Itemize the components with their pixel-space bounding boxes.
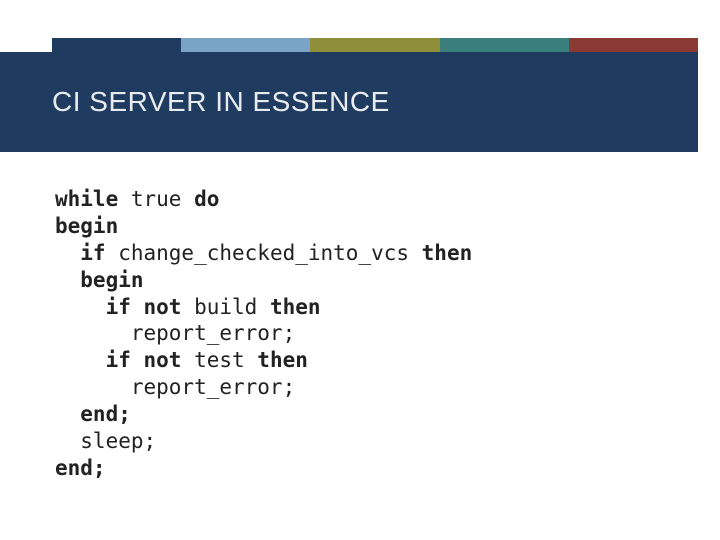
page-title: CI SERVER IN ESSENCE	[0, 86, 390, 118]
title-bar: CI SERVER IN ESSENCE	[0, 52, 698, 152]
kw-then: then	[257, 348, 308, 372]
accent-seg	[310, 38, 439, 52]
code-text: change_checked_into_vcs	[106, 241, 422, 265]
kw-if-not: if not	[55, 295, 181, 319]
kw-then: then	[422, 241, 473, 265]
accent-strip	[52, 38, 698, 52]
code-text: sleep;	[55, 429, 156, 453]
code-text: report_error;	[55, 375, 295, 399]
code-block: while true do begin if change_checked_in…	[55, 186, 680, 482]
kw-then: then	[270, 295, 321, 319]
accent-seg	[181, 38, 310, 52]
kw-begin: begin	[55, 268, 144, 292]
code-text: build	[181, 295, 270, 319]
accent-seg	[440, 38, 569, 52]
slide: CI SERVER IN ESSENCE while true do begin…	[0, 0, 720, 540]
kw-end: end;	[55, 402, 131, 426]
kw-if: if	[55, 241, 106, 265]
code-text: report_error;	[55, 321, 295, 345]
code-text: true	[118, 187, 194, 211]
kw-end: end;	[55, 456, 106, 480]
accent-seg	[52, 38, 181, 52]
kw-begin: begin	[55, 214, 118, 238]
accent-seg	[569, 38, 698, 52]
code-text: test	[181, 348, 257, 372]
kw-while: while	[55, 187, 118, 211]
kw-do: do	[194, 187, 219, 211]
kw-if-not: if not	[55, 348, 181, 372]
